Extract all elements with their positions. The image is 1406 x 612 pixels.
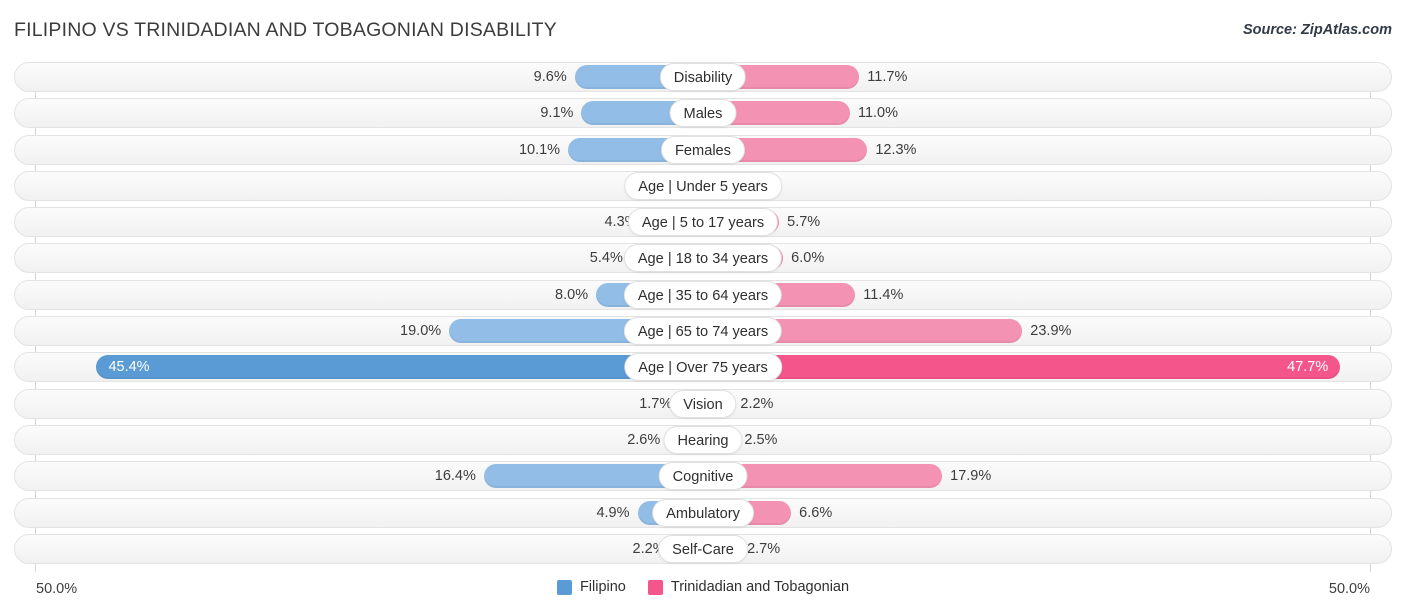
chart-legend: Filipino Trinidadian and Tobagonian [0,579,1406,595]
bar-value-filipino: 1.7% [639,395,673,412]
bar-value-trinidadian-tobagonian: 12.3% [875,141,917,158]
chart-header: FILIPINO VS TRINIDADIAN AND TOBAGONIAN D… [0,0,1406,56]
category-label-pill: Age | Over 75 years [624,353,782,382]
category-label-pill: Hearing [663,425,743,454]
page-title: FILIPINO VS TRINIDADIAN AND TOBAGONIAN D… [14,19,557,41]
bar-value-trinidadian-tobagonian: 17.9% [950,468,992,485]
bar-value-filipino: 2.2% [632,540,666,557]
legend-swatch-icon [556,579,572,595]
category-label-pill: Self-Care [658,534,748,563]
category-label-pill: Vision [669,389,737,418]
bar-rows-container: 9.6% 11.7% Disability 9.1% 11.0% Males 10.1% 12… [14,62,1392,570]
bar-value-trinidadian-tobagonian: 2.2% [740,395,774,412]
bar-value-filipino: 5.4% [589,250,623,267]
bar-row: 8.0% 11.4% Age | 35 to 64 years [14,279,1392,310]
category-label-pill: Age | 35 to 64 years [623,280,783,309]
bar-value-filipino: 9.6% [533,69,567,85]
bar-row: 1.1%1.1%Age | Under 5 years [14,170,1392,201]
category-label-pill: Cognitive [658,462,748,491]
category-label-pill: Age | 5 to 17 years [627,208,779,237]
bar-row: 2.2% 2.7% Self-Care [14,533,1392,564]
legend-label: Trinidadian and Tobagonian [670,579,850,595]
bar-value-filipino: 16.4% [434,468,476,485]
bar-row: 2.6% 2.5% Hearing [14,424,1392,455]
bar-value-filipino: 10.1% [518,141,561,158]
bar-row: 9.6% 11.7% Disability [14,62,1392,92]
bar-value-trinidadian-tobagonian: 11.7% [867,69,908,85]
bar-value-trinidadian-tobagonian: 47.7% [1287,359,1329,376]
category-label-pill: Age | Under 5 years [624,171,782,200]
legend-label: Filipino [579,579,626,595]
bar-row: 45.4% 47.7% Age | Over 75 years [14,352,1392,383]
source-attribution: Source: ZipAtlas.com [1242,22,1392,38]
category-label-pill: Males [669,99,737,128]
bar-row: 4.3% 5.7% Age | 5 to 17 years [14,207,1392,238]
bar-value-filipino: 8.0% [555,286,589,303]
category-label-pill: Age | 18 to 34 years [623,244,783,273]
category-label-pill: Disability [659,63,747,91]
bar-row: 16.4% 17.9% Cognitive [14,461,1392,492]
bar-value-filipino: 4.3% [604,214,638,231]
bar-row: 4.9% 6.6% Ambulatory [14,497,1392,528]
bar-value-trinidadian-tobagonian: 5.7% [787,214,821,231]
category-label-pill: Females [661,135,745,164]
chart-footer: 50.0% 50.0% Filipino Trinidadian and Toba… [0,575,1406,612]
legend-item[interactable]: Trinidadian and Tobagonian [647,579,850,595]
bar-value-trinidadian-tobagonian: 2.7% [747,540,781,557]
bar-row: 1.7% 2.2% Vision [14,388,1392,419]
bar-value-filipino: 45.4% [108,359,150,376]
chart-plot-area: 9.6% 11.7% Disability 9.1% 11.0% Males 10.1% 12… [14,62,1392,572]
bar-value-filipino: 19.0% [400,323,442,340]
bar-row: 5.4% 6.0% Age | 18 to 34 years [14,243,1392,274]
bar-value-trinidadian-tobagonian: 2.5% [744,431,778,448]
bar-row: 19.0% 23.9% Age | 65 to 74 years [14,316,1392,347]
bar-value-filipino: 9.1% [540,105,574,122]
bar-value-trinidadian-tobagonian: 23.9% [1030,323,1072,340]
bar-value-trinidadian-tobagonian: 6.6% [799,504,833,521]
bar-row: 9.1% 11.0% Males [14,98,1392,129]
bar-value-filipino: 2.6% [627,431,661,448]
bar-row: 10.1% 12.3% Females [14,134,1392,165]
category-label-pill: Age | 65 to 74 years [623,317,783,346]
legend-swatch-icon [647,579,663,595]
bar-value-trinidadian-tobagonian: 11.0% [857,105,898,122]
category-label-pill: Ambulatory [652,498,754,527]
bar-value-trinidadian-tobagonian: 11.4% [863,286,904,303]
legend-item[interactable]: Filipino [556,579,626,595]
bar-value-filipino: 4.9% [596,504,630,521]
bar-value-trinidadian-tobagonian: 6.0% [791,250,825,267]
